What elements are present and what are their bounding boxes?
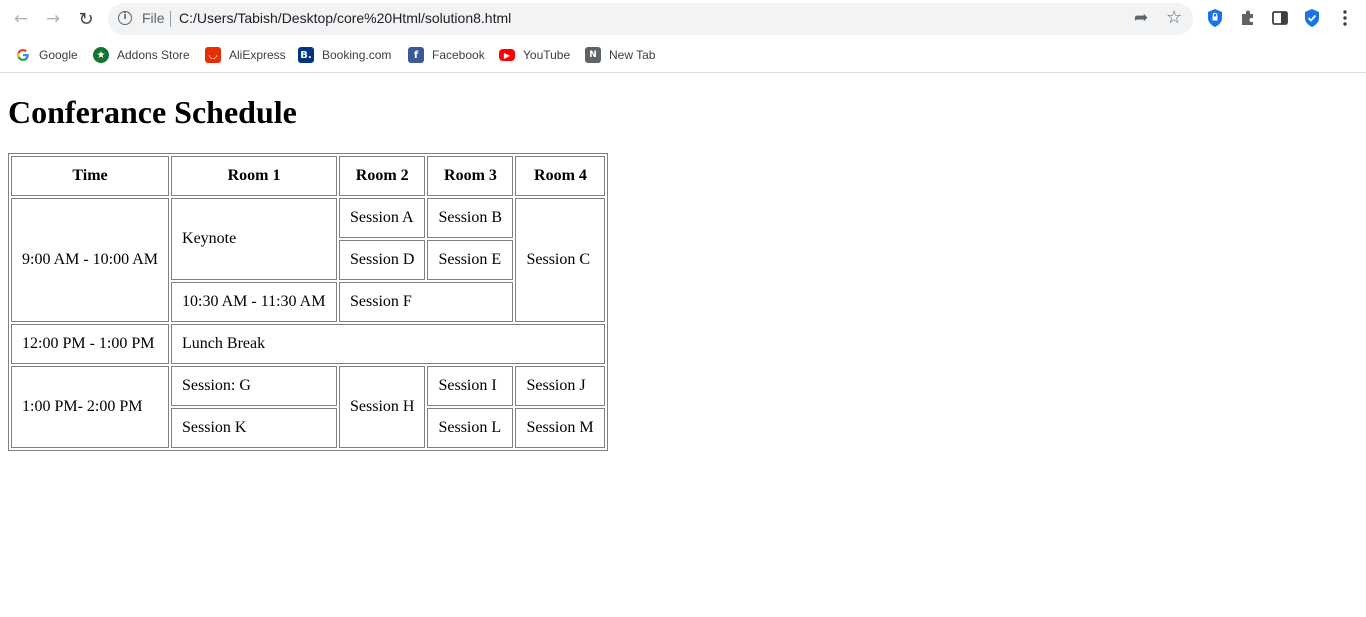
reload-icon[interactable]: ↻ — [73, 7, 99, 31]
session-cell: Session C — [515, 198, 606, 322]
bookmark-label: AliExpress — [229, 48, 286, 62]
bookmark-label: Google — [39, 48, 78, 62]
aliexpress-icon: ◡ — [205, 47, 221, 63]
session-cell: Session K — [171, 408, 338, 448]
bookmarks-bar: Google ★ Addons Store ◡ AliExpress B. Bo… — [0, 38, 1366, 73]
session-cell: Session J — [515, 366, 606, 406]
new-tab-icon: N — [585, 47, 601, 63]
addons-store-icon: ★ — [93, 47, 109, 63]
file-scheme-label: File — [142, 10, 165, 26]
time-cell: 12:00 PM - 1:00 PM — [11, 324, 170, 364]
bookmark-label: YouTube — [523, 48, 571, 62]
bookmark-facebook[interactable]: f Facebook — [408, 46, 485, 64]
forward-arrow-icon[interactable]: → — [40, 7, 66, 31]
table-row: 9:00 AM - 10:00 AM Keynote Session A Ses… — [11, 198, 606, 322]
table-header-row: Time Room 1 Room 2 Room 3 Room 4 — [11, 156, 606, 196]
bookmark-addons-store[interactable]: ★ Addons Store — [93, 46, 190, 64]
header-room-1: Room 1 — [171, 156, 338, 196]
table-row: 1:00 PM- 2:00 PM Session: G Session H Se… — [11, 366, 606, 448]
share-icon[interactable]: ➦ — [1134, 8, 1148, 28]
google-icon — [15, 47, 31, 63]
header-room-2: Room 2 — [339, 156, 426, 196]
page-title: Conferance Schedule — [8, 94, 297, 130]
password-manager-shield-icon[interactable] — [1206, 9, 1224, 27]
session-cell: Session I — [427, 366, 514, 406]
bookmark-new-tab[interactable]: N New Tab — [585, 46, 655, 64]
browser-toolbar: ← → ↻ i File C:/Users/Tabish/Desktop/cor… — [0, 0, 1366, 38]
session-cell: Session M — [515, 408, 606, 448]
bookmark-google[interactable]: Google — [15, 46, 78, 64]
table-row: 12:00 PM - 1:00 PM Lunch Break — [11, 324, 606, 364]
header-time: Time — [11, 156, 170, 196]
bookmark-booking[interactable]: B. Booking.com — [298, 46, 391, 64]
session-cell: Session: G — [171, 366, 338, 406]
header-room-3: Room 3 — [427, 156, 514, 196]
session-cell: Session E — [427, 240, 514, 280]
bookmark-aliexpress[interactable]: ◡ AliExpress — [205, 46, 286, 64]
bookmark-label: Facebook — [432, 48, 485, 62]
bookmark-label: New Tab — [609, 48, 656, 62]
session-cell: Session H — [339, 366, 426, 448]
session-cell: Session F — [339, 282, 514, 322]
header-room-4: Room 4 — [515, 156, 606, 196]
time-cell: 1:00 PM- 2:00 PM — [11, 366, 170, 448]
session-cell: Session A — [339, 198, 426, 238]
extensions-puzzle-icon[interactable] — [1239, 9, 1257, 27]
browser-menu-kebab-icon[interactable] — [1336, 9, 1354, 27]
session-cell: Keynote — [171, 198, 338, 280]
bookmark-label: Booking.com — [322, 48, 392, 62]
security-shield-check-icon[interactable] — [1303, 9, 1321, 27]
session-cell: Session L — [427, 408, 514, 448]
time-cell: 9:00 AM - 10:00 AM — [11, 198, 170, 322]
facebook-icon: f — [408, 47, 424, 63]
lunch-break-cell: Lunch Break — [171, 324, 606, 364]
info-icon[interactable]: i — [118, 11, 132, 25]
address-separator — [170, 11, 171, 27]
youtube-icon: ▶ — [499, 49, 515, 61]
url-text[interactable]: C:/Users/Tabish/Desktop/core%20Html/solu… — [179, 10, 511, 26]
session-cell: Session B — [427, 198, 514, 238]
bookmark-label: Addons Store — [117, 48, 190, 62]
back-arrow-icon[interactable]: ← — [8, 7, 34, 31]
session-cell: Session D — [339, 240, 426, 280]
booking-icon: B. — [298, 47, 314, 63]
schedule-table: Time Room 1 Room 2 Room 3 Room 4 9:00 AM… — [8, 153, 609, 451]
side-panel-icon[interactable] — [1271, 9, 1289, 27]
address-bar[interactable]: i File C:/Users/Tabish/Desktop/core%20Ht… — [108, 3, 1193, 35]
bookmark-youtube[interactable]: ▶ YouTube — [499, 46, 570, 64]
time-cell: 10:30 AM - 11:30 AM — [171, 282, 338, 322]
bookmark-star-icon[interactable]: ☆ — [1166, 7, 1182, 28]
